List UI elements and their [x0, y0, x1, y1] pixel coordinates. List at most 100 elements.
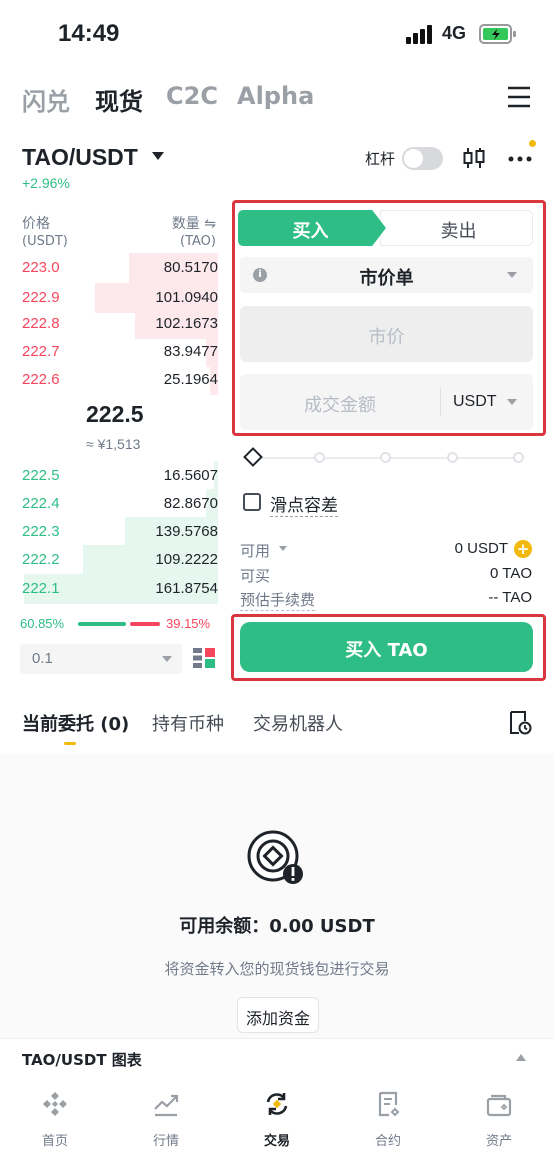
- nav-futures-label: 合约: [374, 1134, 401, 1149]
- tab-spot[interactable]: 现货: [95, 82, 143, 117]
- nav-trade-label: 交易: [263, 1134, 290, 1149]
- tab-alpha[interactable]: Alpha: [237, 82, 314, 110]
- slider-step-25[interactable]: [314, 452, 325, 463]
- slider-step-100[interactable]: [513, 452, 524, 463]
- bid-row[interactable]: 222.3 139.5768: [20, 517, 218, 547]
- chevron-up-icon[interactable]: [516, 1054, 526, 1061]
- bid-price: 222.4: [22, 495, 60, 512]
- bid-price: 222.5: [22, 467, 60, 484]
- chevron-down-icon: [279, 546, 287, 551]
- add-funds-icon[interactable]: +: [514, 540, 532, 558]
- buy-ratio: 60.85%: [20, 616, 65, 631]
- wallet-icon: [486, 1094, 512, 1117]
- sell-ratio: 39.15%: [166, 616, 211, 631]
- order-history-icon[interactable]: [508, 710, 532, 736]
- bid-qty: 139.5768: [155, 523, 218, 540]
- price-header: 价格: [22, 216, 50, 232]
- mid-price[interactable]: 222.5: [86, 401, 144, 428]
- network-label: 4G: [442, 23, 467, 43]
- home-icon: [43, 1092, 67, 1116]
- slider-thumb[interactable]: [243, 447, 263, 467]
- can-buy-label: 可买: [240, 567, 271, 585]
- price-change: +2.96%: [22, 175, 70, 191]
- bid-price: 222.3: [22, 523, 60, 540]
- ask-qty: 102.1673: [155, 315, 218, 332]
- qty-unit: (TAO): [180, 234, 216, 249]
- buy-ratio-bar: [78, 622, 126, 626]
- status-time: 14:49: [58, 20, 120, 47]
- nav-assets[interactable]: 资产: [444, 1090, 554, 1150]
- nav-futures[interactable]: 合约: [333, 1090, 443, 1150]
- tab-holdings[interactable]: 持有币种: [152, 710, 224, 736]
- empty-wallet-icon: [247, 830, 303, 884]
- ask-row[interactable]: 222.6 25.1964: [20, 365, 218, 395]
- highlight-box-buy-button: [231, 614, 546, 681]
- nav-assets-label: 资产: [485, 1134, 512, 1149]
- notification-dot: [529, 140, 536, 147]
- tab-open-orders[interactable]: 当前委托 (0): [22, 710, 129, 736]
- available-value: 0 USDT: [454, 540, 508, 557]
- transfer-hint: 将资金转入您的现货钱包进行交易: [164, 960, 390, 978]
- mid-price-cny: ≈ ¥1,513: [86, 436, 141, 452]
- slippage-label[interactable]: 滑点容差: [270, 491, 338, 517]
- ask-qty: 80.5170: [163, 259, 218, 276]
- empty-state: [0, 754, 554, 1038]
- ask-row[interactable]: 222.8 102.1673: [20, 309, 218, 339]
- ask-row[interactable]: 223.0 80.5170: [20, 253, 218, 283]
- chart-drawer-title[interactable]: TAO/USDT 图表: [22, 1049, 142, 1070]
- leverage-toggle[interactable]: [402, 147, 443, 170]
- chevron-down-icon: [162, 656, 172, 662]
- bid-row[interactable]: 222.2 109.2222: [20, 545, 218, 575]
- sell-ratio-bar: [130, 622, 160, 626]
- bid-price: 222.1: [22, 580, 60, 597]
- slider-step-75[interactable]: [447, 452, 458, 463]
- bid-row[interactable]: 222.5 16.5607: [20, 461, 218, 491]
- ask-row[interactable]: 222.7 83.9477: [20, 337, 218, 367]
- bid-price: 222.2: [22, 551, 60, 568]
- bid-row[interactable]: 222.4 82.8670: [20, 489, 218, 519]
- available-balance: 可用余额：0.00 USDT: [179, 916, 375, 937]
- available-label[interactable]: 可用: [240, 540, 270, 561]
- add-funds-label[interactable]: 添加资金: [237, 1005, 319, 1029]
- tab-indicator: [64, 742, 76, 745]
- ask-qty: 101.0940: [155, 289, 218, 306]
- candlestick-icon[interactable]: [462, 146, 486, 170]
- nav-home[interactable]: 首页: [0, 1090, 110, 1150]
- ask-price: 222.9: [22, 289, 60, 306]
- futures-icon: [378, 1091, 400, 1117]
- amount-slider-track[interactable]: [262, 457, 520, 459]
- chevron-down-icon[interactable]: [152, 152, 164, 160]
- bid-row[interactable]: 222.1 161.8754: [20, 574, 218, 604]
- depth-step-value: 0.1: [32, 650, 53, 667]
- trade-icon: [266, 1093, 288, 1115]
- tab-convert[interactable]: 闪兑: [22, 82, 70, 117]
- bid-qty: 161.8754: [155, 580, 218, 597]
- ask-qty: 83.9477: [163, 343, 218, 360]
- qty-header[interactable]: 数量 ⇋: [172, 213, 216, 233]
- highlight-box-order-form: [232, 200, 546, 436]
- bid-qty: 16.5607: [163, 467, 218, 484]
- ask-price: 222.7: [22, 343, 60, 360]
- tab-trading-bots[interactable]: 交易机器人: [253, 710, 343, 736]
- bid-qty: 82.8670: [163, 495, 218, 512]
- ask-price: 222.6: [22, 371, 60, 388]
- ask-price: 222.8: [22, 315, 60, 332]
- bid-qty: 109.2222: [155, 551, 218, 568]
- markets-icon: [154, 1094, 179, 1117]
- nav-home-label: 首页: [41, 1134, 68, 1149]
- nav-trade[interactable]: 交易: [222, 1090, 332, 1150]
- leverage-label: 杠杆: [365, 150, 396, 168]
- nav-markets[interactable]: 行情: [111, 1090, 221, 1150]
- slippage-checkbox[interactable]: [243, 493, 261, 511]
- orderbook-layout-icon[interactable]: [192, 646, 216, 670]
- fee-label[interactable]: 预估手续费: [240, 589, 316, 611]
- ask-price: 223.0: [22, 259, 60, 276]
- menu-icon[interactable]: [506, 84, 532, 110]
- price-unit: (USDT): [22, 234, 68, 249]
- pair-title[interactable]: TAO/USDT: [22, 144, 138, 171]
- more-icon[interactable]: [508, 150, 532, 168]
- tab-c2c[interactable]: C2C: [166, 82, 218, 110]
- fee-value: -- TAO: [488, 589, 532, 606]
- slider-step-50[interactable]: [380, 452, 391, 463]
- nav-markets-label: 行情: [152, 1134, 179, 1149]
